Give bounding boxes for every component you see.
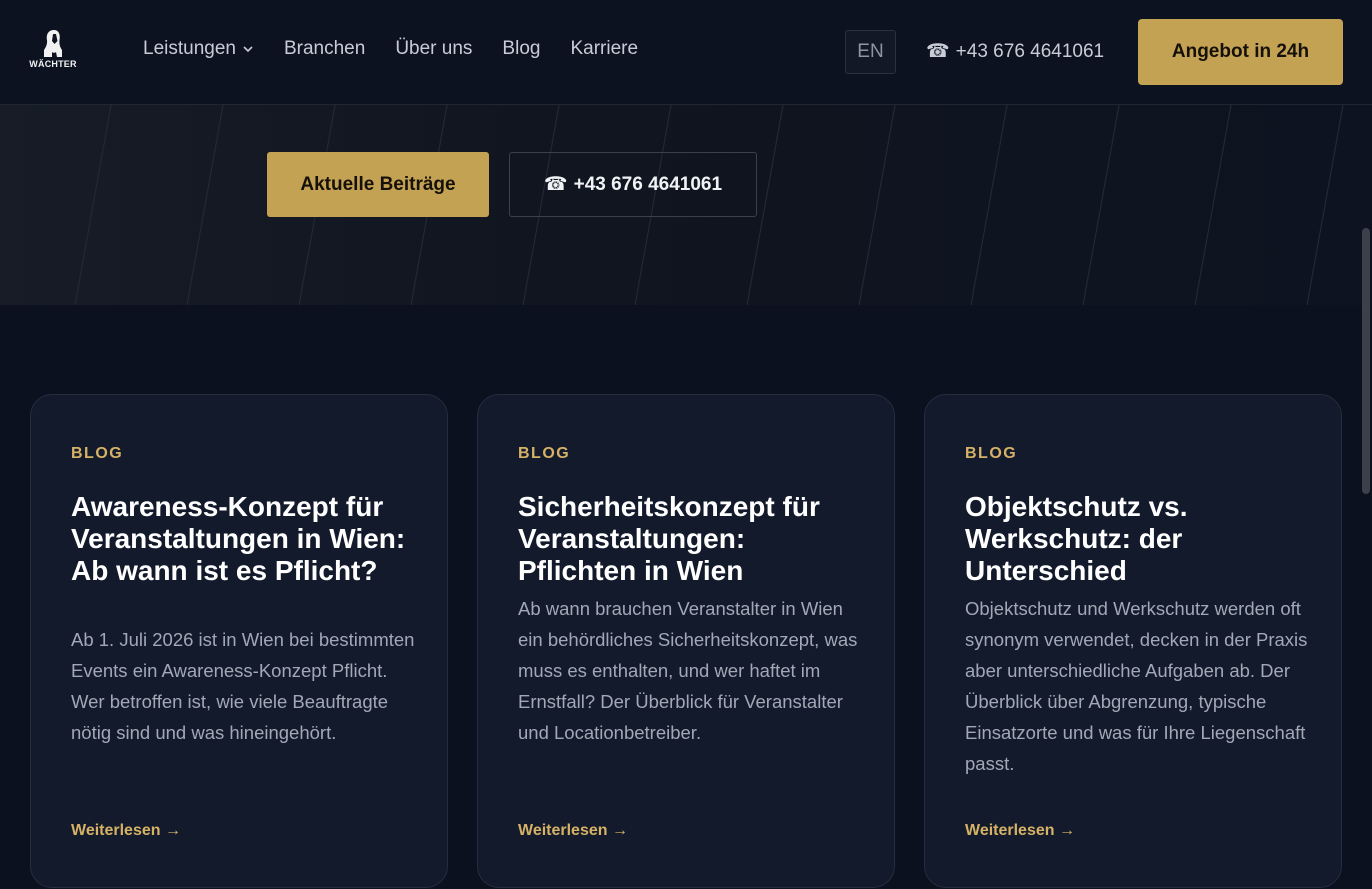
card-title[interactable]: Objektschutz vs. Werkschutz: der Untersc… (965, 491, 1310, 587)
page-scrollbar[interactable] (1360, 105, 1372, 889)
blog-card-objektschutz[interactable]: BLOG Objektschutz vs. Werkschutz: der Un… (924, 394, 1342, 888)
card-category: BLOG (71, 445, 124, 462)
read-more-link[interactable]: Weiterlesen → (518, 822, 628, 840)
guard-silhouette-icon (44, 30, 62, 57)
blog-card-awareness[interactable]: BLOG Awareness-Konzept für Veranstaltung… (30, 394, 448, 888)
language-switch-button[interactable]: EN (845, 30, 896, 74)
logo-wordmark: WÄCHTER (29, 59, 77, 69)
hero-phone-number: +43 676 4641061 (573, 173, 723, 195)
card-category: BLOG (518, 445, 571, 462)
header-phone-number: +43 676 4641061 (955, 40, 1105, 62)
scrollbar-thumb[interactable] (1362, 228, 1370, 494)
current-posts-button[interactable]: Aktuelle Beiträge (267, 152, 489, 217)
read-more-link[interactable]: Weiterlesen → (71, 822, 181, 840)
nav-item-blog[interactable]: Blog (502, 38, 540, 60)
card-excerpt: Objektschutz und Werkschutz wer­den oft … (965, 598, 1308, 774)
phone-icon: ☎ (543, 174, 568, 195)
read-more-link[interactable]: Weiterlesen → (965, 822, 1075, 840)
hero-phone-button[interactable]: ☎ +43 676 4641061 (509, 152, 757, 217)
nav-item-karriere[interactable]: Karriere (570, 38, 638, 60)
card-excerpt: Ab wann brauchen Veranstalter in Wien ei… (518, 598, 858, 743)
nav-item-label: Leistungen (143, 38, 236, 59)
card-excerpt: Ab 1. Juli 2026 ist in Wien bei be­stimm… (71, 629, 415, 743)
chevron-down-icon (243, 46, 253, 53)
nav-item-branchen[interactable]: Branchen (284, 38, 365, 60)
offer-24h-button[interactable]: Angebot in 24h (1138, 19, 1343, 85)
nav-item-ueber-uns[interactable]: Über uns (395, 38, 472, 60)
site-logo[interactable]: WÄCHTER (28, 28, 78, 76)
header-phone-link[interactable]: ☎ +43 676 4641061 (926, 40, 1104, 63)
card-category: BLOG (965, 445, 1018, 462)
main-nav: Leistungen Branchen Über uns Blog Karrie… (143, 38, 638, 60)
nav-item-leistungen[interactable]: Leistungen (143, 38, 254, 60)
phone-icon: ☎ (926, 41, 950, 62)
card-title[interactable]: Sicherheitskonzept für Veranstaltungen: … (518, 491, 863, 587)
site-header: WÄCHTER Leistungen Branchen Über uns Blo… (0, 0, 1372, 105)
card-title[interactable]: Awareness-Konzept für Veranstaltungen in… (71, 491, 416, 587)
blog-card-sicherheitskonzept[interactable]: BLOG Sicherheitskonzept für Veranstaltun… (477, 394, 895, 888)
